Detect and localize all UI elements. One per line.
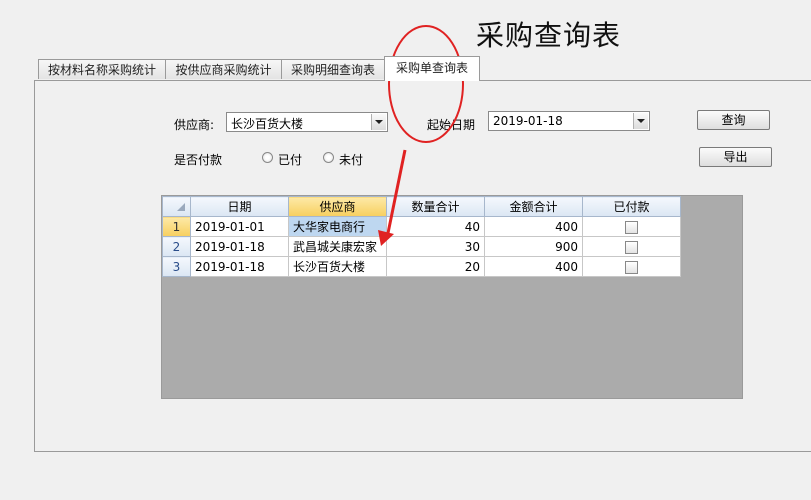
paid-checkbox[interactable] <box>625 260 638 274</box>
table-row[interactable]: 1 2019-01-01 大华家电商行 40 400 <box>162 216 681 237</box>
column-header-paid[interactable]: 已付款 <box>582 196 681 217</box>
cell-quantity[interactable]: 40 <box>386 216 485 237</box>
grid-corner[interactable] <box>162 196 191 217</box>
cell-date[interactable]: 2019-01-18 <box>190 256 289 277</box>
tab-material-stats[interactable]: 按材料名称采购统计 <box>38 59 166 79</box>
export-button[interactable]: 导出 <box>699 147 772 167</box>
column-header-date[interactable]: 日期 <box>190 196 289 217</box>
cell-paid[interactable] <box>582 236 681 257</box>
tab-detail-query[interactable]: 采购明细查询表 <box>281 59 385 79</box>
column-header-quantity[interactable]: 数量合计 <box>386 196 485 217</box>
grid-table: 日期 供应商 数量合计 金额合计 已付款 1 2019-01-01 大华家电商行… <box>162 196 681 277</box>
supplier-value: 长沙百货大楼 <box>231 117 304 131</box>
cell-supplier[interactable]: 武昌城关康宏家 <box>288 236 387 257</box>
cell-paid[interactable] <box>582 216 681 237</box>
table-row[interactable]: 3 2019-01-18 长沙百货大楼 20 400 <box>162 256 681 277</box>
cell-date[interactable]: 2019-01-01 <box>190 216 289 237</box>
data-grid: 日期 供应商 数量合计 金额合计 已付款 1 2019-01-01 大华家电商行… <box>161 195 743 399</box>
row-header[interactable]: 3 <box>162 256 191 277</box>
cell-amount[interactable]: 400 <box>484 216 583 237</box>
grid-header-row: 日期 供应商 数量合计 金额合计 已付款 <box>162 196 681 217</box>
query-button[interactable]: 查询 <box>697 110 770 130</box>
cell-date[interactable]: 2019-01-18 <box>190 236 289 257</box>
paid-checkbox[interactable] <box>625 220 638 234</box>
tab-order-query[interactable]: 采购单查询表 <box>384 56 480 81</box>
paid-radio-label[interactable]: 已付 <box>278 151 302 168</box>
cell-paid[interactable] <box>582 256 681 277</box>
column-header-supplier[interactable]: 供应商 <box>288 196 387 217</box>
column-header-amount[interactable]: 金额合计 <box>484 196 583 217</box>
select-all-icon <box>177 202 185 211</box>
start-date-value: 2019-01-18 <box>493 114 563 128</box>
paid-radio[interactable] <box>262 152 273 163</box>
cell-supplier[interactable]: 大华家电商行 <box>288 216 387 237</box>
supplier-select[interactable]: 长沙百货大楼 <box>226 112 388 132</box>
unpaid-radio[interactable] <box>323 152 334 163</box>
chevron-down-icon[interactable] <box>633 113 648 129</box>
row-header[interactable]: 2 <box>162 236 191 257</box>
unpaid-radio-label[interactable]: 未付 <box>339 151 363 168</box>
supplier-label: 供应商: <box>174 118 215 132</box>
cell-quantity[interactable]: 20 <box>386 256 485 277</box>
cell-supplier[interactable]: 长沙百货大楼 <box>288 256 387 277</box>
start-date-picker[interactable]: 2019-01-18 <box>488 111 650 131</box>
cell-quantity[interactable]: 30 <box>386 236 485 257</box>
start-date-label: 起始日期 <box>427 118 476 132</box>
paid-status-label: 是否付款 <box>174 153 223 167</box>
page-title: 采购查询表 <box>476 19 622 52</box>
cell-amount[interactable]: 900 <box>484 236 583 257</box>
row-header[interactable]: 1 <box>162 216 191 237</box>
paid-checkbox[interactable] <box>625 240 638 254</box>
tab-supplier-stats[interactable]: 按供应商采购统计 <box>165 59 282 79</box>
cell-amount[interactable]: 400 <box>484 256 583 277</box>
chevron-down-icon[interactable] <box>371 114 386 130</box>
table-row[interactable]: 2 2019-01-18 武昌城关康宏家 30 900 <box>162 236 681 257</box>
